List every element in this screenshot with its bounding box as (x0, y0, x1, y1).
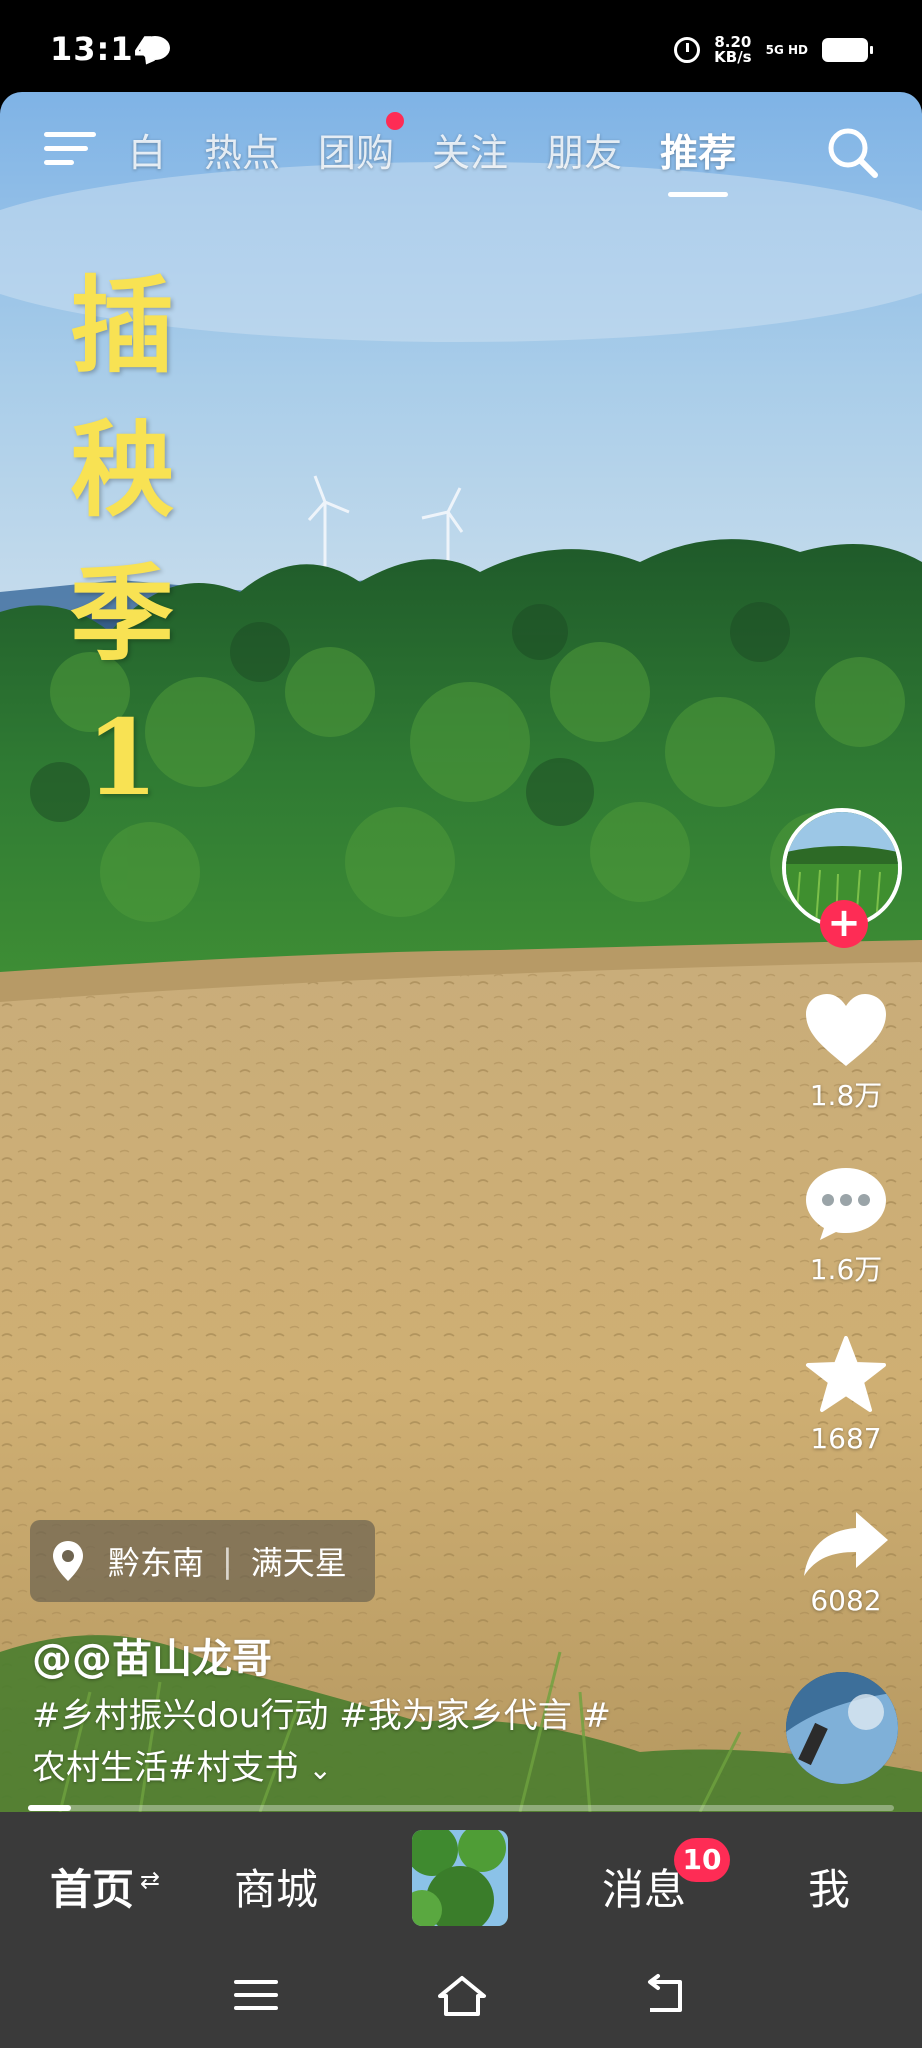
share-icon (804, 1512, 888, 1576)
battery-icon (822, 38, 873, 62)
tab-mall[interactable]: 商城 (234, 1856, 318, 1917)
top-tab-bar: 白 热点 团购 关注 朋友 推荐 (128, 112, 774, 197)
status-bar: 13:14 8.20 KB/s 5G HD (0, 0, 922, 96)
author-username[interactable]: @@苗山龙哥 (32, 1626, 272, 1684)
chat-notification-icon (140, 36, 170, 60)
alarm-icon (674, 37, 701, 63)
switch-icon[interactable]: ⇄ (140, 1866, 160, 1894)
progress-fill (28, 1805, 72, 1811)
tab-bai[interactable]: 白 (128, 122, 166, 177)
location-tag[interactable]: 黔东南 | 满天星 (30, 1520, 375, 1602)
network-speed-unit: KB/s (714, 48, 752, 66)
recents-icon[interactable] (226, 1970, 286, 2020)
tab-group-buy[interactable]: 团购 (318, 112, 405, 177)
tab-hot[interactable]: 热点 (204, 122, 280, 177)
caption-line: 农村生活#村支书 (32, 1748, 299, 1788)
tab-me[interactable]: 我 (808, 1856, 850, 1917)
title-char: 季 (69, 552, 174, 675)
video-progress-bar[interactable] (28, 1805, 894, 1811)
caption-line-2: 农村生活#村支书 ⌄ (32, 1742, 682, 1796)
location-extra: 满天星 (250, 1544, 347, 1582)
menu-icon[interactable] (44, 128, 96, 168)
music-disc[interactable] (786, 1672, 898, 1784)
location-separator: | (222, 1542, 233, 1580)
favorite-count: 1687 (810, 1422, 882, 1455)
tab-recommended[interactable]: 推荐 (660, 122, 736, 197)
chevron-down-icon[interactable]: ⌄ (309, 1744, 332, 1796)
back-icon[interactable] (636, 1970, 696, 2020)
tab-following[interactable]: 关注 (432, 122, 508, 177)
tab-group-buy-label: 团购 (318, 131, 395, 175)
home-icon[interactable] (432, 1970, 492, 2020)
tab-messages[interactable]: 消息 (602, 1856, 686, 1917)
thumbnail-image (412, 1830, 508, 1926)
title-char: 1 (85, 696, 159, 819)
location-name: 黔东南 (108, 1544, 205, 1582)
heart-icon (806, 994, 886, 1066)
message-badge: 10 (674, 1838, 730, 1882)
location-pin-icon (53, 1541, 83, 1581)
like-count: 1.8万 (809, 1079, 883, 1112)
center-thumbnail-button[interactable] (412, 1830, 508, 1926)
comment-button[interactable]: 1.6万 (790, 1164, 902, 1288)
comment-icon (806, 1168, 886, 1240)
follow-button[interactable]: + (820, 900, 868, 948)
notification-dot (386, 112, 405, 130)
video-caption[interactable]: #乡村振兴dou行动 #我为家乡代言 # 农村生活#村支书 ⌄ (32, 1690, 682, 1796)
share-count: 6082 (810, 1584, 882, 1617)
title-char: 插 (69, 264, 174, 387)
signal-icon: 5G HD (765, 42, 808, 57)
tab-home[interactable]: 首页 (50, 1856, 134, 1917)
like-button[interactable]: 1.8万 (790, 992, 902, 1114)
share-button[interactable]: 6082 (790, 1508, 902, 1617)
comment-count: 1.6万 (809, 1253, 883, 1286)
tab-friends[interactable]: 朋友 (546, 122, 622, 177)
favorite-button[interactable]: 1687 (790, 1336, 902, 1455)
search-icon[interactable] (824, 124, 880, 180)
status-indicators: 8.20 KB/s 5G HD (674, 34, 873, 66)
music-disc-image (786, 1672, 898, 1784)
caption-line: #乡村振兴dou行动 #我为家乡代言 # (32, 1696, 612, 1736)
title-char: 秧 (69, 408, 174, 531)
network-speed: 8.20 KB/s (714, 35, 751, 65)
video-title-overlay: 插 秧 季 1 (62, 254, 182, 830)
star-icon (806, 1336, 886, 1412)
